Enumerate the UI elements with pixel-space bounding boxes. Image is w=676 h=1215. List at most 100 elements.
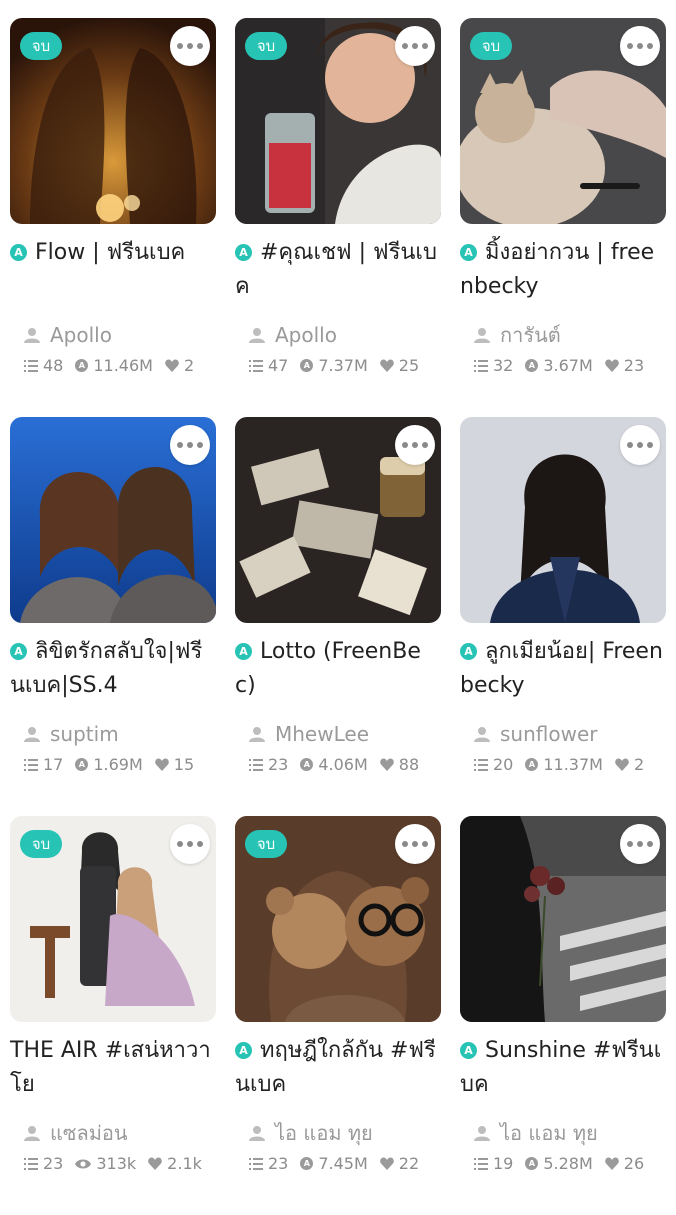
book-title[interactable]: A Sunshine #ฟรีนเบค: [460, 1034, 666, 1102]
a-icon: A: [460, 244, 477, 261]
heart-icon: [379, 359, 394, 372]
heart-icon: [148, 1157, 162, 1170]
stats-row: 20 A 11.37M 2: [460, 755, 666, 774]
more-options-button[interactable]: [170, 425, 210, 465]
author-row[interactable]: แซลม่อน: [10, 1118, 216, 1148]
book-card[interactable]: A ลิขิตรักสลับใจ|ฟรีนเบค|SS.4 suptim 17 A…: [10, 417, 216, 816]
stats-row: 23 A 7.45M 22: [235, 1154, 441, 1173]
chapters-icon: [249, 758, 263, 771]
more-options-button[interactable]: [620, 824, 660, 864]
chapter-count: 32: [493, 356, 514, 375]
book-card[interactable]: A ลูกเมียน้อย| Freenbecky sunflower 20 A1…: [460, 417, 666, 816]
author-row[interactable]: Apollo: [235, 320, 441, 350]
book-cover[interactable]: จบ: [10, 816, 216, 1022]
stats-row: 19 A 5.28M 26: [460, 1154, 666, 1173]
a-icon: A: [460, 1042, 477, 1059]
like-count: 22: [398, 1154, 420, 1173]
book-cover[interactable]: จบ: [460, 18, 666, 224]
more-options-button[interactable]: [170, 824, 210, 864]
author-name: ไอ แอม ทุย: [275, 1121, 373, 1145]
stats-row: 23 313k 2.1k: [10, 1154, 216, 1173]
book-title[interactable]: A ลิขิตรักสลับใจ|ฟรีนเบค|SS.4: [10, 635, 216, 703]
chapters-icon: [474, 359, 488, 372]
more-options-button[interactable]: [170, 26, 210, 66]
chapters-icon: [474, 758, 488, 771]
author-name: Apollo: [275, 323, 337, 347]
a-icon: A: [460, 643, 477, 660]
more-options-button[interactable]: [395, 824, 435, 864]
more-options-button[interactable]: [620, 425, 660, 465]
like-count: 2.1k: [167, 1154, 202, 1173]
heart-icon: [615, 758, 629, 771]
book-card[interactable]: จบ A #คุณเชฟ | ฟรีนเบค Apollo 47 A 7.37M 2…: [235, 18, 441, 417]
book-title[interactable]: A ลูกเมียน้อย| Freenbecky: [460, 635, 666, 703]
more-options-button[interactable]: [620, 26, 660, 66]
book-card[interactable]: A Sunshine #ฟรีนเบค ไอ แอม ทุย 19 A 5.28M …: [460, 816, 666, 1215]
user-icon: [24, 328, 40, 343]
book-card[interactable]: A Lotto (FreenBec) MhewLee 23 A 4.06M 88: [235, 417, 441, 816]
author-row[interactable]: การันต์: [460, 320, 666, 350]
chapters-icon: [249, 1157, 263, 1170]
author-row[interactable]: Apollo: [10, 320, 216, 350]
book-title[interactable]: A ทฤษฎีใกล้กัน #ฟรีนเบค: [235, 1034, 441, 1102]
author-row[interactable]: suptim: [10, 719, 216, 749]
book-card[interactable]: จบ A ทฤษฎีใกล้กัน #ฟรีนเบค ไอ แอม ทุย 23 …: [235, 816, 441, 1215]
reads-icon: A: [75, 359, 89, 372]
like-count: 25: [398, 356, 420, 375]
book-card[interactable]: จบ A Flow | ฟรีนเบค Apollo 48 A 11.46M 2: [10, 18, 216, 417]
author-name: sunflower: [500, 722, 598, 746]
book-title[interactable]: A #คุณเชฟ | ฟรีนเบค: [235, 236, 441, 304]
read-count: 4.06M: [318, 755, 368, 774]
chapters-icon: [474, 1157, 488, 1170]
view-count: 313k: [96, 1154, 137, 1173]
read-count: 11.37M: [543, 755, 603, 774]
author-row[interactable]: ไอ แอม ทุย: [460, 1118, 666, 1148]
stats-row: 23 A 4.06M 88: [235, 755, 441, 774]
book-title[interactable]: A มิ้งอย่ากวน | freenbecky: [460, 236, 666, 304]
chapter-count: 23: [268, 1154, 289, 1173]
heart-icon: [154, 758, 169, 771]
book-cover[interactable]: จบ: [10, 18, 216, 224]
book-title[interactable]: A Flow | ฟรีนเบค: [10, 236, 216, 304]
like-count: 2: [183, 356, 195, 375]
author-row[interactable]: sunflower: [460, 719, 666, 749]
read-count: 7.45M: [318, 1154, 368, 1173]
book-title[interactable]: THE AIR #เสน่หาวาโย: [10, 1034, 216, 1102]
chapter-count: 23: [268, 755, 289, 774]
book-card[interactable]: จบ THE AIR #เสน่หาวาโย แซลม่อน 23 313k 2…: [10, 816, 216, 1215]
reads-icon: A: [525, 1157, 539, 1170]
reads-icon: A: [75, 758, 89, 771]
finished-badge: จบ: [470, 32, 512, 60]
book-cover[interactable]: [460, 816, 666, 1022]
book-title[interactable]: A Lotto (FreenBec): [235, 635, 441, 703]
book-cover[interactable]: [235, 417, 441, 623]
stats-row: 32 A 3.67M 23: [460, 356, 666, 375]
book-cover[interactable]: จบ: [235, 816, 441, 1022]
a-icon: A: [10, 244, 27, 261]
chapter-count: 17: [43, 755, 64, 774]
chapters-icon: [24, 758, 38, 771]
reads-icon: A: [300, 758, 314, 771]
more-options-button[interactable]: [395, 26, 435, 66]
user-icon: [249, 328, 265, 343]
stats-row: 48 A 11.46M 2: [10, 356, 216, 375]
chapter-count: 19: [493, 1154, 514, 1173]
finished-badge: จบ: [245, 32, 287, 60]
read-count: 11.46M: [93, 356, 153, 375]
user-icon: [24, 727, 40, 742]
like-count: 23: [623, 356, 645, 375]
like-count: 15: [173, 755, 195, 774]
chapter-count: 48: [43, 356, 64, 375]
book-cover[interactable]: จบ: [235, 18, 441, 224]
author-name: การันต์: [500, 323, 561, 347]
more-options-button[interactable]: [395, 425, 435, 465]
book-cover[interactable]: [10, 417, 216, 623]
read-count: 1.69M: [93, 755, 143, 774]
book-card[interactable]: จบ A มิ้งอย่ากวน | freenbecky การันต์ 32 …: [460, 18, 666, 417]
author-row[interactable]: ไอ แอม ทุย: [235, 1118, 441, 1148]
book-cover[interactable]: [460, 417, 666, 623]
chapter-count: 47: [268, 356, 289, 375]
author-row[interactable]: MhewLee: [235, 719, 441, 749]
like-count: 88: [398, 755, 420, 774]
user-icon: [249, 727, 265, 742]
